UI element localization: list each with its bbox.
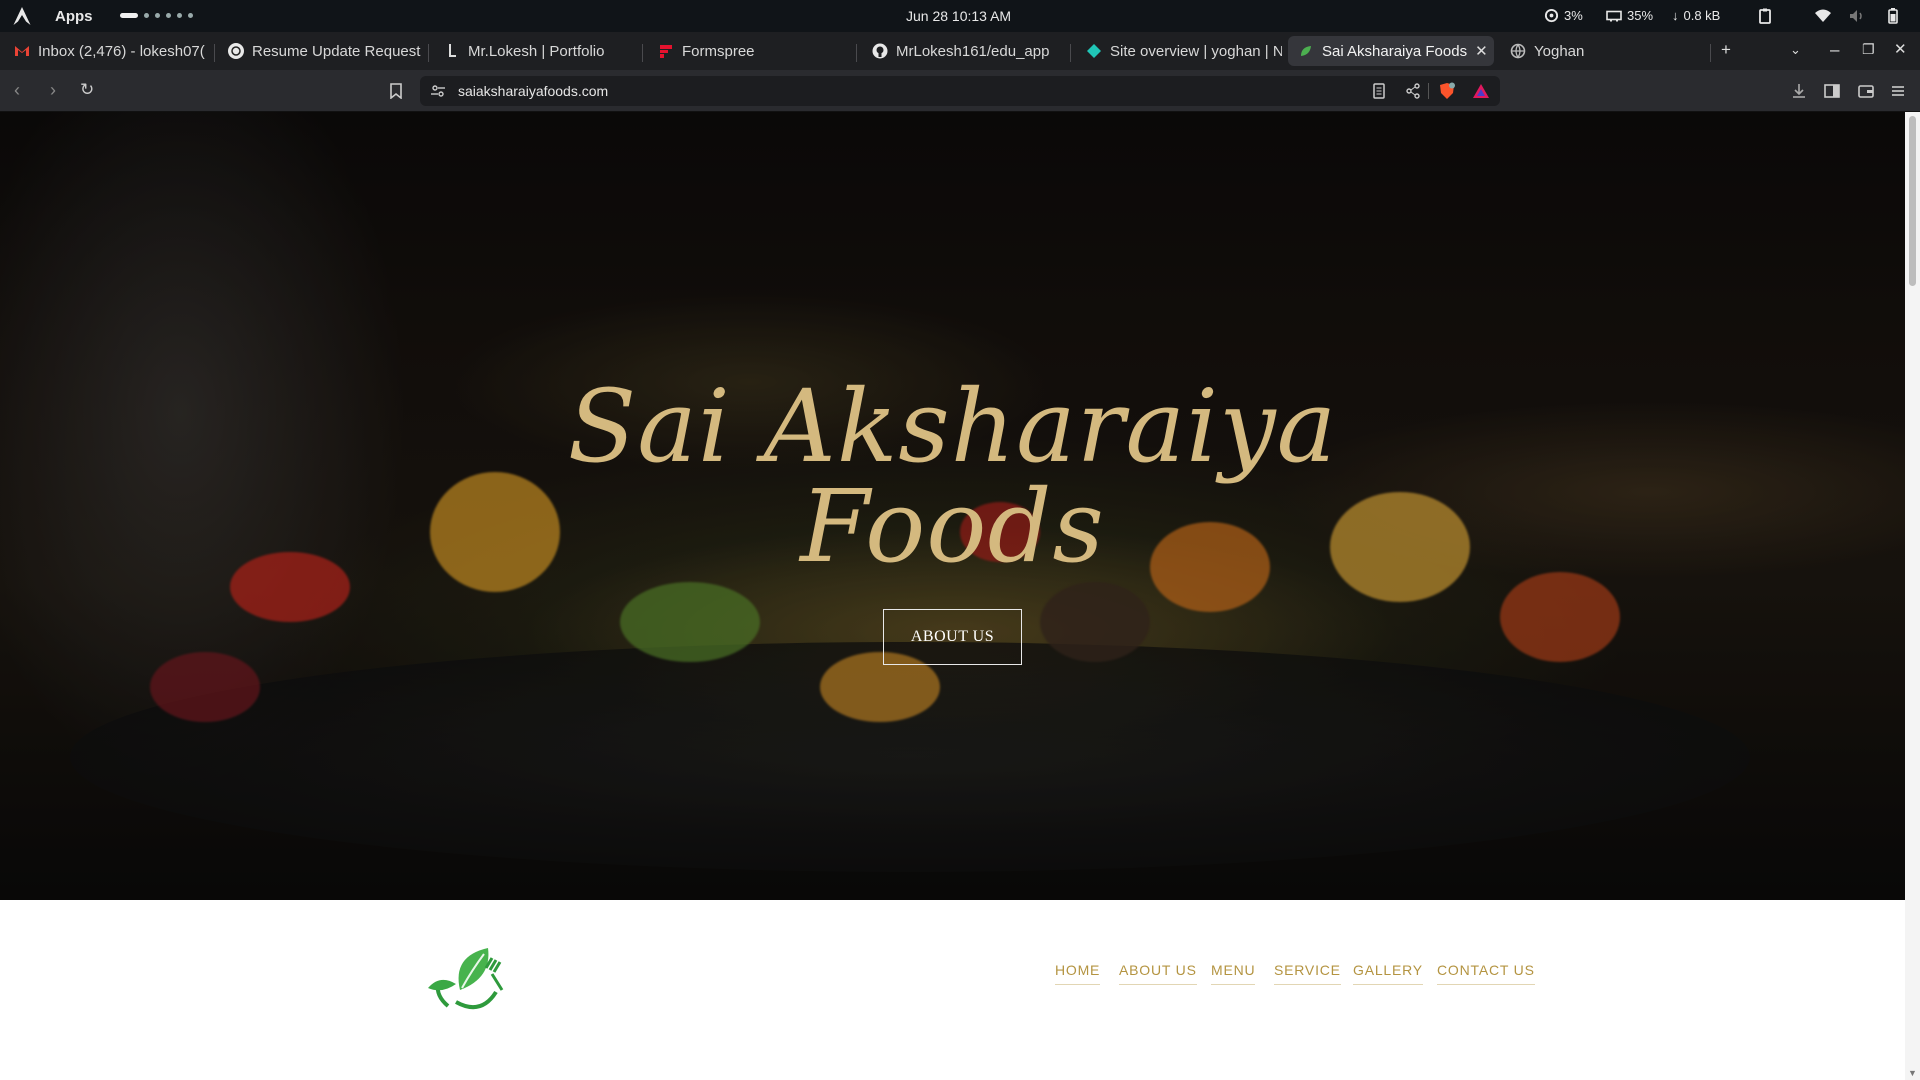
- site-header: HOME ABOUT US MENU SERVICE GALLERY CONTA…: [0, 900, 1905, 1080]
- workspace-dot[interactable]: [188, 13, 193, 18]
- workspace-dot[interactable]: [144, 13, 149, 18]
- scroll-down-arrow-icon[interactable]: ▼: [1908, 1068, 1917, 1078]
- share-icon[interactable]: [1404, 82, 1422, 100]
- nav-gallery[interactable]: GALLERY: [1353, 962, 1423, 985]
- bookmark-icon[interactable]: [389, 83, 403, 99]
- wallet-icon[interactable]: [1856, 81, 1876, 101]
- tab-title: Mr.Lokesh | Portfolio: [468, 42, 605, 60]
- openai-icon: [228, 43, 244, 59]
- cpu-icon: [1544, 8, 1559, 23]
- workspace-indicator[interactable]: [120, 13, 193, 18]
- cpu-usage: 3%: [1544, 8, 1583, 23]
- gmail-icon: [14, 43, 30, 59]
- tab-title: Resume Update Request: [252, 42, 421, 60]
- battery-icon[interactable]: [1884, 7, 1902, 25]
- memory-icon: [1606, 10, 1622, 22]
- tab-yoghan[interactable]: Yoghan: [1500, 36, 1706, 66]
- apps-menu[interactable]: Apps: [55, 8, 93, 25]
- scrollbar-thumb[interactable]: [1909, 116, 1916, 286]
- tab-separator: [1710, 44, 1711, 62]
- forward-arrow-icon[interactable]: ›: [50, 80, 56, 101]
- screen: Apps Jun 28 10:13 AM 3% 35% ↓ 0.8 kB Inb…: [0, 0, 1920, 1080]
- site-settings-icon[interactable]: [430, 83, 446, 99]
- tab-github[interactable]: MrLokesh161/edu_app: [862, 36, 1068, 66]
- tab-separator: [214, 44, 215, 62]
- tab-sai-aksharaiya-foods[interactable]: Sai Aksharaiya Foods ✕: [1288, 36, 1494, 66]
- workspace-dot[interactable]: [155, 13, 160, 18]
- download-arrow-icon: ↓: [1672, 8, 1679, 23]
- tab-separator: [642, 44, 643, 62]
- reload-icon[interactable]: ↻: [80, 80, 94, 100]
- restore-window-icon[interactable]: ❐: [1862, 41, 1875, 58]
- reader-mode-icon[interactable]: [1370, 82, 1388, 100]
- address-bar[interactable]: saiaksharaiyafoods.com: [420, 76, 1500, 106]
- tab-title: Formspree: [682, 42, 755, 60]
- system-top-bar: Apps Jun 28 10:13 AM 3% 35% ↓ 0.8 kB: [0, 0, 1920, 32]
- wifi-icon[interactable]: [1814, 7, 1832, 25]
- network-value: 0.8 kB: [1683, 8, 1721, 23]
- browser-toolbar: ‹ › ↻ saiaksharaiyafoods.com: [0, 70, 1920, 112]
- network-speed: ↓ 0.8 kB: [1672, 8, 1720, 23]
- workspace-dot[interactable]: [166, 13, 171, 18]
- brave-rewards-icon[interactable]: [1472, 82, 1490, 100]
- nav-home[interactable]: HOME: [1055, 962, 1101, 985]
- close-window-icon[interactable]: ✕: [1894, 40, 1907, 58]
- globe-icon: [1510, 43, 1526, 59]
- brand-logo-icon[interactable]: [426, 944, 510, 1016]
- new-tab-icon[interactable]: +: [1721, 40, 1731, 60]
- memory-usage: 35%: [1606, 8, 1653, 23]
- formspree-icon: [658, 43, 674, 59]
- brave-shields-icon[interactable]: [1438, 82, 1456, 100]
- tab-separator: [856, 44, 857, 62]
- memory-value: 35%: [1627, 8, 1654, 23]
- tab-resume-update[interactable]: Resume Update Request: [218, 36, 424, 66]
- hero-title-line2: Foods: [800, 468, 1105, 585]
- nav-contact-us[interactable]: CONTACT US: [1437, 962, 1535, 985]
- hero-title: Sai Aksharaiya Foods: [0, 377, 1905, 577]
- github-icon: [872, 43, 888, 59]
- arch-logo-icon[interactable]: [12, 6, 32, 26]
- clock[interactable]: Jun 28 10:13 AM: [906, 8, 1011, 24]
- tab-separator: [428, 44, 429, 62]
- nav-menu[interactable]: MENU: [1211, 962, 1256, 985]
- workspace-dot-active[interactable]: [120, 13, 138, 18]
- hero-section: Sai Aksharaiya Foods ABOUT US: [0, 112, 1905, 900]
- back-arrow-icon[interactable]: ‹: [14, 80, 20, 101]
- minimize-window-icon[interactable]: –: [1830, 40, 1839, 60]
- address-separator: [1428, 83, 1429, 99]
- web-page: Sai Aksharaiya Foods ABOUT US HOME ABOUT…: [0, 112, 1905, 1080]
- hero-title-line1: Sai Aksharaiya: [567, 368, 1338, 485]
- close-tab-icon[interactable]: ✕: [1475, 42, 1488, 60]
- url-text[interactable]: saiaksharaiyafoods.com: [458, 83, 608, 99]
- cpu-value: 3%: [1564, 8, 1583, 23]
- browser-tab-strip: Inbox (2,476) - lokesh07( Resume Update …: [0, 32, 1920, 70]
- nav-about-us[interactable]: ABOUT US: [1119, 962, 1197, 985]
- tab-title: Yoghan: [1534, 42, 1585, 60]
- nav-service[interactable]: SERVICE: [1274, 962, 1341, 985]
- about-us-button[interactable]: ABOUT US: [883, 609, 1022, 665]
- leaf-icon: [1298, 43, 1314, 59]
- workspace-dot[interactable]: [177, 13, 182, 18]
- tab-title: Sai Aksharaiya Foods: [1322, 42, 1468, 60]
- downloads-icon[interactable]: [1789, 81, 1809, 101]
- tab-separator: [1070, 44, 1071, 62]
- tab-netlify[interactable]: Site overview | yoghan | N: [1076, 36, 1282, 66]
- tab-portfolio[interactable]: Mr.Lokesh | Portfolio: [434, 36, 640, 66]
- tab-formspree[interactable]: Formspree: [648, 36, 854, 66]
- volume-muted-icon[interactable]: [1848, 7, 1866, 25]
- tab-title: Inbox (2,476) - lokesh07(: [38, 42, 205, 60]
- main-menu-icon[interactable]: [1888, 81, 1908, 101]
- page-scrollbar[interactable]: ▼: [1905, 112, 1920, 1080]
- tab-list-chevron-down-icon[interactable]: ⌄: [1790, 42, 1801, 58]
- tab-gmail[interactable]: Inbox (2,476) - lokesh07(: [4, 36, 210, 66]
- sidebar-icon[interactable]: [1822, 81, 1842, 101]
- portfolio-icon: [444, 43, 460, 59]
- tab-title: Site overview | yoghan | N: [1110, 42, 1282, 60]
- netlify-icon: [1086, 43, 1102, 59]
- clipboard-icon[interactable]: [1756, 7, 1774, 25]
- tab-title: MrLokesh161/edu_app: [896, 42, 1050, 60]
